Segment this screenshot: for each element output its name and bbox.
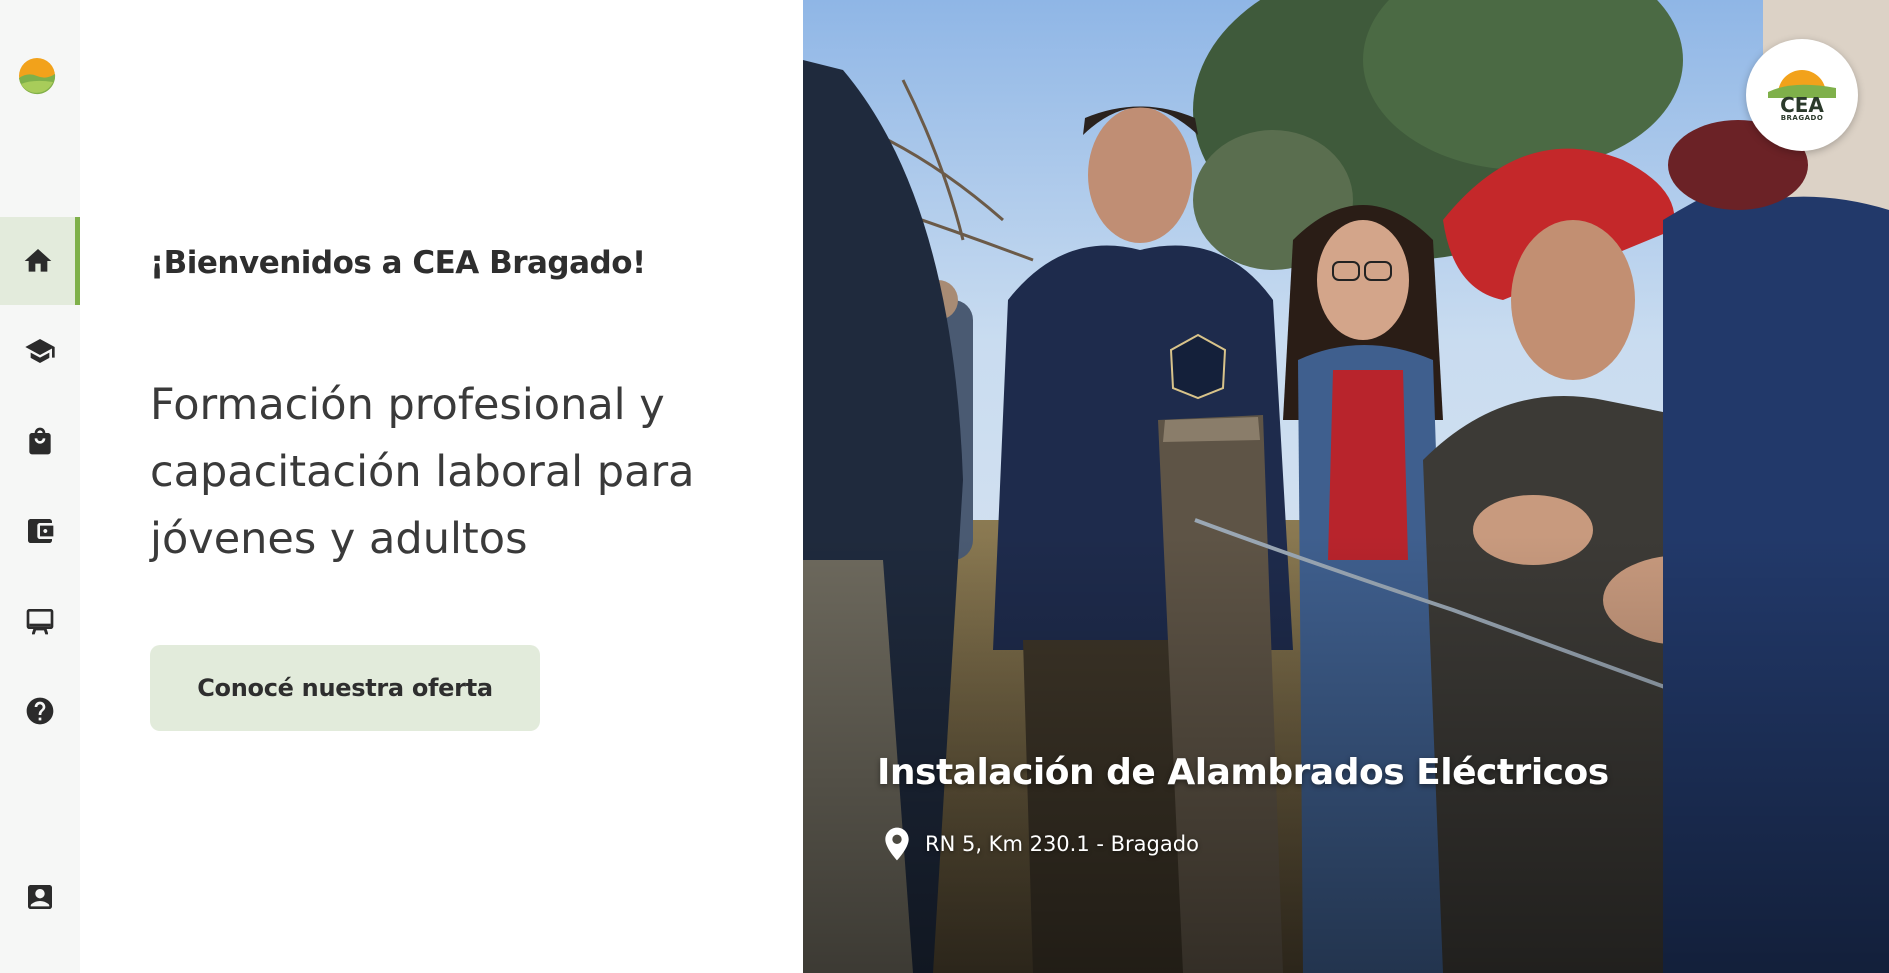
graduation-cap-icon (25, 339, 55, 363)
sidebar-item-shop[interactable] (0, 397, 80, 485)
hero-location-text: RN 5, Km 230.1 - Bragado (925, 832, 1199, 856)
sidebar (0, 0, 80, 973)
page-headline: Formación profesional y capacitación lab… (150, 380, 695, 564)
map-pin-icon (885, 827, 909, 861)
wallet-icon (28, 519, 54, 543)
logo-icon[interactable] (18, 57, 56, 95)
home-icon (24, 249, 51, 272)
sidebar-item-courses[interactable] (0, 307, 80, 395)
sidebar-item-payments[interactable] (0, 487, 80, 575)
sidebar-item-classes[interactable] (0, 577, 80, 665)
presentation-board-icon (26, 609, 54, 635)
cea-logo-badge[interactable]: CEA BRAGADO (1746, 39, 1858, 151)
hero-banner: CEA BRAGADO Instalación de Alambrados El… (803, 0, 1889, 973)
hero-location: RN 5, Km 230.1 - Bragado (883, 826, 1199, 862)
offer-cta-button[interactable]: Conocé nuestra oferta (150, 645, 540, 731)
badge-subtext: BRAGADO (1780, 114, 1824, 122)
sidebar-item-home[interactable] (0, 217, 80, 305)
contact-card-icon (28, 885, 52, 909)
shopping-bag-icon (29, 427, 51, 455)
welcome-heading: ¡Bienvenidos a CEA Bragado! (150, 245, 646, 281)
help-icon (26, 697, 54, 725)
hero-course-title: Instalación de Alambrados Eléctricos (877, 752, 1609, 793)
main-content: ¡Bienvenidos a CEA Bragado! Formación pr… (80, 0, 803, 973)
badge-text: CEA (1780, 93, 1824, 117)
sidebar-item-help[interactable] (0, 667, 80, 755)
sidebar-item-contact[interactable] (0, 853, 80, 941)
